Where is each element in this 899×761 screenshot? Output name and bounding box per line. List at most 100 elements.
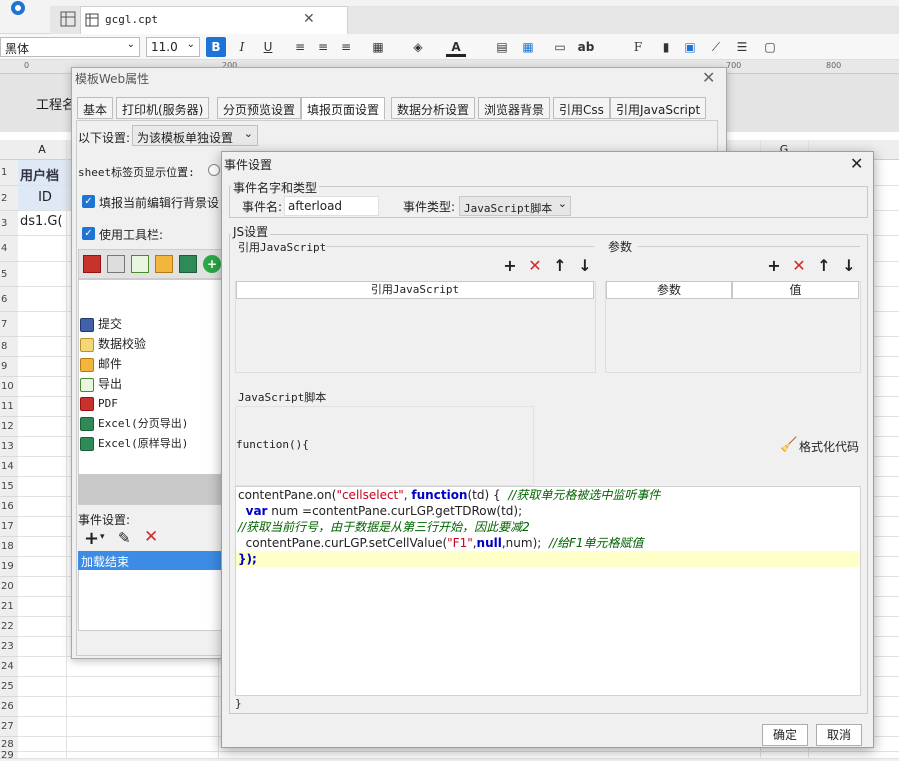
tab-browser-bg[interactable]: 浏览器背景 [478,97,551,119]
row-header[interactable]: 12 [0,417,18,437]
tab-page-preview[interactable]: 分页预览设置 [217,97,302,119]
row-header[interactable]: 2 [0,186,18,211]
row-header[interactable]: 24 [0,657,18,677]
row-header[interactable]: 9 [0,357,18,377]
param-column-header[interactable]: 参数 [606,281,732,299]
grid-view-icon[interactable] [60,11,76,27]
italic-button[interactable]: I [232,37,252,57]
align-right-icon[interactable]: ≡ [336,37,356,57]
row-header[interactable]: 7 [0,312,18,337]
close-icon[interactable]: ✕ [702,68,715,87]
row-header[interactable]: 3 [0,211,18,236]
add-icon[interactable]: + [765,257,783,275]
fill-bg-checkbox[interactable]: ✓ [82,195,95,208]
event-settings-dialog[interactable]: 事件设置 ✕ 事件名字和类型 事件名: afterload 事件类型: Java… [221,151,874,748]
add-icon[interactable]: + [501,257,519,275]
row-header[interactable]: 5 [0,262,18,287]
add-icon[interactable]: + [84,528,99,549]
delete-icon[interactable]: ✕ [144,527,158,547]
broom-icon[interactable]: 🧹 [780,437,797,453]
pdf-icon[interactable] [83,255,101,273]
cell-a1[interactable]: 用户档 [18,160,72,185]
tab-ref-js[interactable]: 引用JavaScript [610,97,707,119]
row-header[interactable]: 14 [0,457,18,477]
text-ab-icon[interactable]: ab [576,37,596,57]
row-header[interactable]: 22 [0,617,18,637]
code-editor[interactable]: contentPane.on("cellselect", function(td… [235,486,861,696]
radio-icon[interactable] [208,164,220,176]
setting-select[interactable]: 为该模板单独设置 ⌄ [132,125,258,146]
value-column-header[interactable]: 值 [732,281,859,299]
list-item-submit[interactable]: 提交 [80,314,122,334]
close-icon[interactable]: ✕ [303,11,315,27]
arrow-up-icon[interactable]: ↑ [815,257,833,275]
tab-fill-page[interactable]: 填报页面设置 [301,97,386,120]
table-icon[interactable]: ▦ [518,37,538,57]
row-header[interactable]: 19 [0,557,18,577]
export-icon[interactable] [131,255,149,273]
column-header-a[interactable]: A [18,143,66,156]
font-color-icon[interactable]: A [446,37,466,57]
cell-a3[interactable]: ds1.G( [18,211,72,235]
text-box-icon[interactable]: ▭ [550,37,570,57]
delete-icon[interactable]: ✕ [526,257,544,275]
row-header[interactable]: 25 [0,677,18,697]
chart-icon[interactable]: ▮ [656,37,676,57]
formula-icon[interactable]: F [628,37,648,57]
row-header[interactable]: 1 [0,160,18,186]
tab-data-analysis[interactable]: 数据分析设置 [391,97,476,119]
merge-cell-icon[interactable]: ▤ [492,37,512,57]
event-type-select[interactable]: JavaScript脚本 ⌄ [459,196,571,216]
ok-button[interactable]: 确定 [762,724,808,746]
font-name-select[interactable]: 黑体 ⌄ [0,37,140,57]
arrow-up-icon[interactable]: ↑ [551,257,569,275]
print-icon[interactable] [107,255,125,273]
excel-icon[interactable] [179,255,197,273]
border-icon[interactable]: ▦ [368,37,388,57]
row-header[interactable]: 26 [0,697,18,717]
arrow-down-icon[interactable]: ↓ [576,257,594,275]
list-item-export[interactable]: 导出 [80,374,122,394]
row-header[interactable]: 27 [0,717,18,737]
event-item-load-end[interactable]: 加载结束 [78,551,228,570]
add-icon[interactable]: + [203,255,221,273]
bold-button[interactable]: B [206,37,226,57]
row-header[interactable]: 13 [0,437,18,457]
row-header[interactable]: 29 [0,751,18,761]
underline-button[interactable]: U [258,37,278,57]
tab-printer[interactable]: 打印机(服务器) [116,97,210,119]
tab-basic[interactable]: 基本 [77,97,114,119]
format-code-button[interactable]: 格式化代码 [799,438,859,455]
doc-tab[interactable]: gcgl.cpt ✕ [80,6,348,34]
ref-js-column-header[interactable]: 引用JavaScript [236,281,594,299]
list-item-excel-original[interactable]: Excel(原样导出) [80,434,188,454]
row-header[interactable]: 20 [0,577,18,597]
row-header[interactable]: 18 [0,537,18,557]
cancel-button[interactable]: 取消 [816,724,862,746]
event-name-input[interactable]: afterload [284,196,379,216]
tab-ref-css[interactable]: 引用Css [553,97,610,119]
slash-icon[interactable]: ⟋ [706,37,726,57]
row-header[interactable]: 15 [0,477,18,497]
frame-icon[interactable]: ▢ [760,37,780,57]
row-header[interactable]: 16 [0,497,18,517]
list-item-mail[interactable]: 邮件 [80,354,122,374]
row-header[interactable]: 4 [0,236,18,262]
edit-icon[interactable]: ✎ [118,529,131,547]
row-header[interactable]: 6 [0,287,18,312]
row-header[interactable]: 17 [0,517,18,537]
align-left-icon[interactable]: ≡ [290,37,310,57]
row-header[interactable]: 21 [0,597,18,617]
align-center-icon[interactable]: ≡ [313,37,333,57]
row-header[interactable]: 8 [0,337,18,357]
mail-icon[interactable] [155,255,173,273]
use-toolbar-checkbox[interactable]: ✓ [82,227,95,240]
close-icon[interactable]: ✕ [850,154,863,173]
fill-color-icon[interactable]: ◈ [408,37,428,57]
delete-icon[interactable]: ✕ [790,257,808,275]
font-size-select[interactable]: 11.0 ⌄ [146,37,200,57]
app-logo-icon[interactable] [8,0,30,18]
row-header[interactable]: 10 [0,377,18,397]
list-item-pdf[interactable]: PDF [80,394,118,414]
row-header[interactable]: 23 [0,637,18,657]
